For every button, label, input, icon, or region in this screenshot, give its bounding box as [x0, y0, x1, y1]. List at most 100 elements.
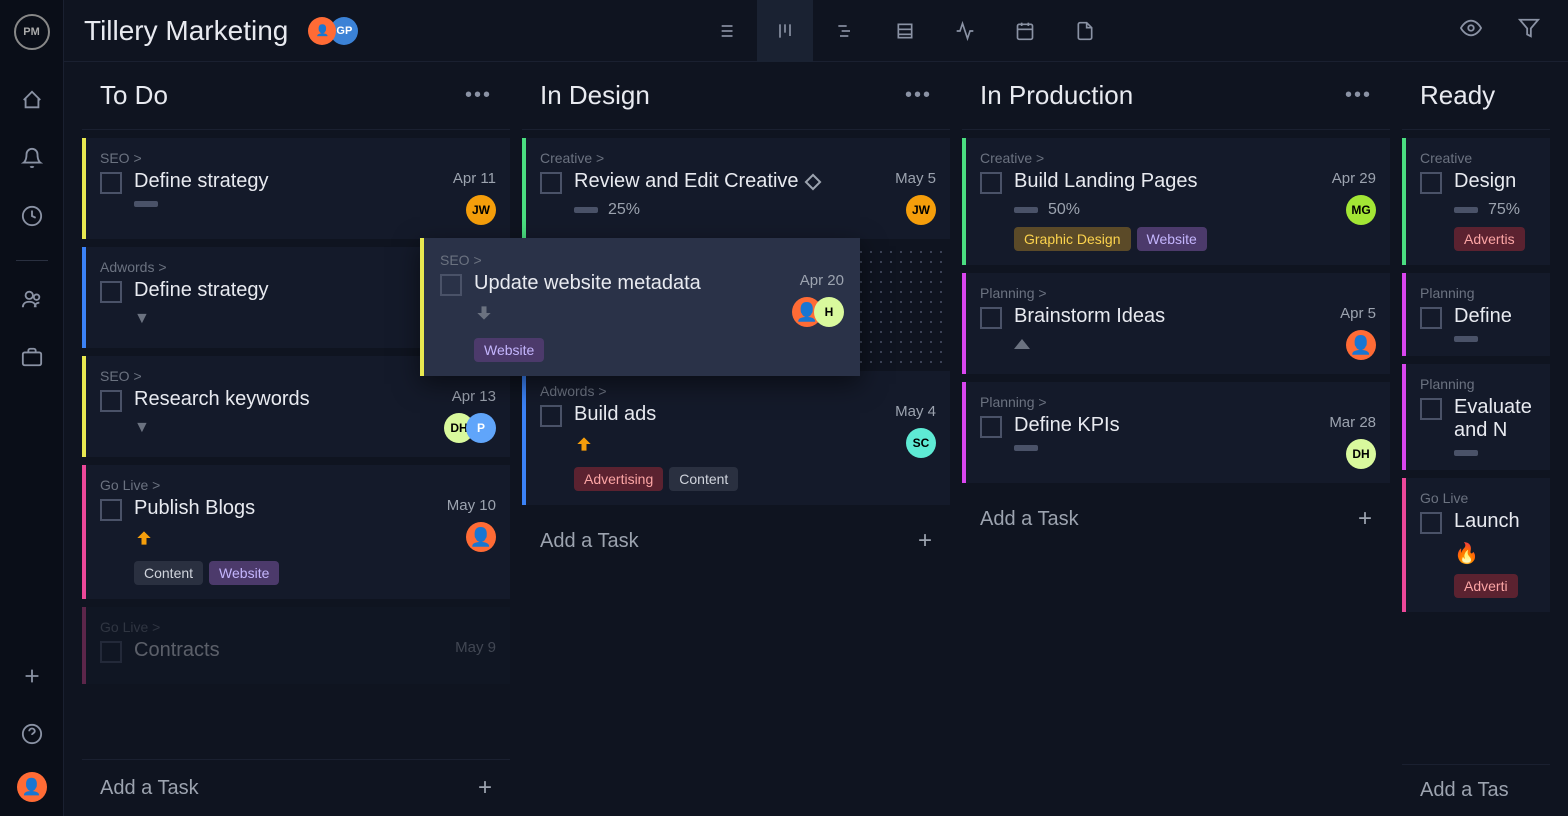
task-checkbox[interactable] [1420, 398, 1442, 420]
task-card[interactable]: PlanningDefine [1402, 273, 1550, 356]
card-breadcrumb: Creative [1420, 150, 1536, 166]
view-gantt-icon[interactable] [817, 0, 873, 62]
plus-icon: + [918, 527, 932, 555]
task-checkbox[interactable] [440, 274, 462, 296]
priority-down-icon [474, 303, 494, 323]
member-avatar[interactable]: 👤 [308, 17, 336, 45]
assignee-avatar[interactable]: DH [1346, 439, 1376, 469]
briefcase-icon[interactable] [12, 337, 52, 377]
task-checkbox[interactable] [100, 172, 122, 194]
tag[interactable]: Advertising [574, 467, 663, 491]
visibility-icon[interactable] [1452, 9, 1490, 52]
card-date: May 9 [455, 639, 496, 656]
assignee-avatar[interactable]: SC [906, 428, 936, 458]
card-title: Brainstorm Ideas [1014, 305, 1328, 328]
tag[interactable]: Advertis [1454, 227, 1525, 251]
add-task-button[interactable]: Add a Tas [1402, 764, 1550, 816]
task-card[interactable]: SEO >Define strategyApr 11JW [82, 138, 510, 239]
card-title: Build Landing Pages [1014, 170, 1320, 193]
task-card[interactable]: Adwords >Build adsAdvertisingContentMay … [522, 371, 950, 505]
tag[interactable]: Website [1137, 227, 1207, 251]
card-date: Apr 11 [453, 170, 496, 187]
assignee-avatar[interactable]: H [814, 297, 844, 327]
task-checkbox[interactable] [100, 499, 122, 521]
clock-icon[interactable] [12, 196, 52, 236]
tag[interactable]: Website [474, 338, 544, 362]
task-checkbox[interactable] [540, 172, 562, 194]
task-checkbox[interactable] [100, 390, 122, 412]
add-task-button[interactable]: Add a Task+ [962, 491, 1390, 547]
home-icon[interactable] [12, 80, 52, 120]
task-card[interactable]: PlanningEvaluate and N [1402, 364, 1550, 470]
task-card[interactable]: CreativeDesign75%Advertis [1402, 138, 1550, 265]
task-checkbox[interactable] [540, 405, 562, 427]
flame-icon: 🔥 [1454, 541, 1536, 566]
task-checkbox[interactable] [980, 416, 1002, 438]
task-card[interactable]: Planning >Brainstorm IdeasApr 5👤 [962, 273, 1390, 374]
dragging-card[interactable]: SEO > Update website metadata Website Ap… [420, 238, 860, 376]
task-checkbox[interactable] [980, 172, 1002, 194]
assignee-avatar[interactable]: 👤 [466, 522, 496, 552]
column-title: In Design [540, 80, 650, 111]
task-card[interactable]: Creative >Build Landing Pages50%Graphic … [962, 138, 1390, 265]
priority-up-icon [574, 434, 594, 454]
view-files-icon[interactable] [1057, 0, 1113, 62]
add-task-button[interactable]: Add a Task+ [82, 759, 510, 816]
tag[interactable]: Graphic Design [1014, 227, 1131, 251]
column-title: To Do [100, 80, 168, 111]
card-title: Evaluate and N [1454, 396, 1536, 442]
task-card[interactable]: Go Live >Publish BlogsContentWebsiteMay … [82, 465, 510, 599]
current-user-avatar[interactable]: 👤 [17, 772, 47, 802]
task-card[interactable]: Creative >Review and Edit Creative 25%Ma… [522, 138, 950, 239]
team-icon[interactable] [12, 279, 52, 319]
filter-icon[interactable] [1510, 9, 1548, 52]
task-card[interactable]: Go LiveLaunch🔥Adverti [1402, 478, 1550, 612]
kanban-column: In Production•••Creative >Build Landing … [956, 62, 1396, 816]
task-card[interactable]: Planning >Define KPIsMar 28DH [962, 382, 1390, 483]
assignee-avatar[interactable]: MG [1346, 195, 1376, 225]
view-calendar-icon[interactable] [997, 0, 1053, 62]
task-checkbox[interactable] [100, 281, 122, 303]
header: Tillery Marketing 👤 GP [64, 0, 1568, 62]
card-progress: 50% [1014, 201, 1320, 219]
assignee-avatar[interactable]: P [466, 413, 496, 443]
bell-icon[interactable] [12, 138, 52, 178]
column-body: Creative >Review and Edit Creative 25%Ma… [522, 130, 950, 816]
tag[interactable]: Website [209, 561, 279, 585]
kanban-column: In Design ••• Creative > Review and Edit Cr… [516, 62, 956, 816]
view-board-icon[interactable] [757, 0, 813, 62]
column-menu-icon[interactable]: ••• [1345, 84, 1372, 107]
priority-up-icon [134, 528, 154, 548]
card-breadcrumb: Creative > [540, 150, 936, 166]
assignee-avatar[interactable]: JW [466, 195, 496, 225]
view-table-icon[interactable] [877, 0, 933, 62]
column-menu-icon[interactable]: ••• [905, 84, 932, 107]
app-logo[interactable]: PM [14, 14, 50, 50]
card-title: Define KPIs [1014, 414, 1317, 437]
card-breadcrumb: Adwords > [540, 383, 936, 399]
card-title: Review and Edit Creative [574, 170, 883, 193]
card-progress [1454, 336, 1478, 342]
view-activity-icon[interactable] [937, 0, 993, 62]
column-title: Ready [1420, 80, 1495, 111]
card-assignees: DH [1346, 439, 1376, 469]
view-list-icon[interactable] [697, 0, 753, 62]
column-menu-icon[interactable]: ••• [465, 84, 492, 107]
chevron-down-icon[interactable]: ▼ [134, 419, 432, 437]
plus-icon[interactable] [12, 656, 52, 696]
task-card[interactable]: Go Live >ContractsMay 9 [82, 607, 510, 684]
task-checkbox[interactable] [1420, 307, 1442, 329]
assignee-avatar[interactable]: JW [906, 195, 936, 225]
help-icon[interactable] [12, 714, 52, 754]
task-checkbox[interactable] [100, 641, 122, 663]
task-checkbox[interactable] [980, 307, 1002, 329]
add-task-button[interactable]: Add a Task+ [522, 513, 950, 569]
card-title: Contracts [134, 639, 443, 662]
assignee-avatar[interactable]: 👤 [1346, 330, 1376, 360]
task-checkbox[interactable] [1420, 172, 1442, 194]
card-date: Apr 29 [1332, 170, 1376, 187]
tag[interactable]: Content [134, 561, 203, 585]
tag[interactable]: Adverti [1454, 574, 1518, 598]
tag[interactable]: Content [669, 467, 738, 491]
task-checkbox[interactable] [1420, 512, 1442, 534]
